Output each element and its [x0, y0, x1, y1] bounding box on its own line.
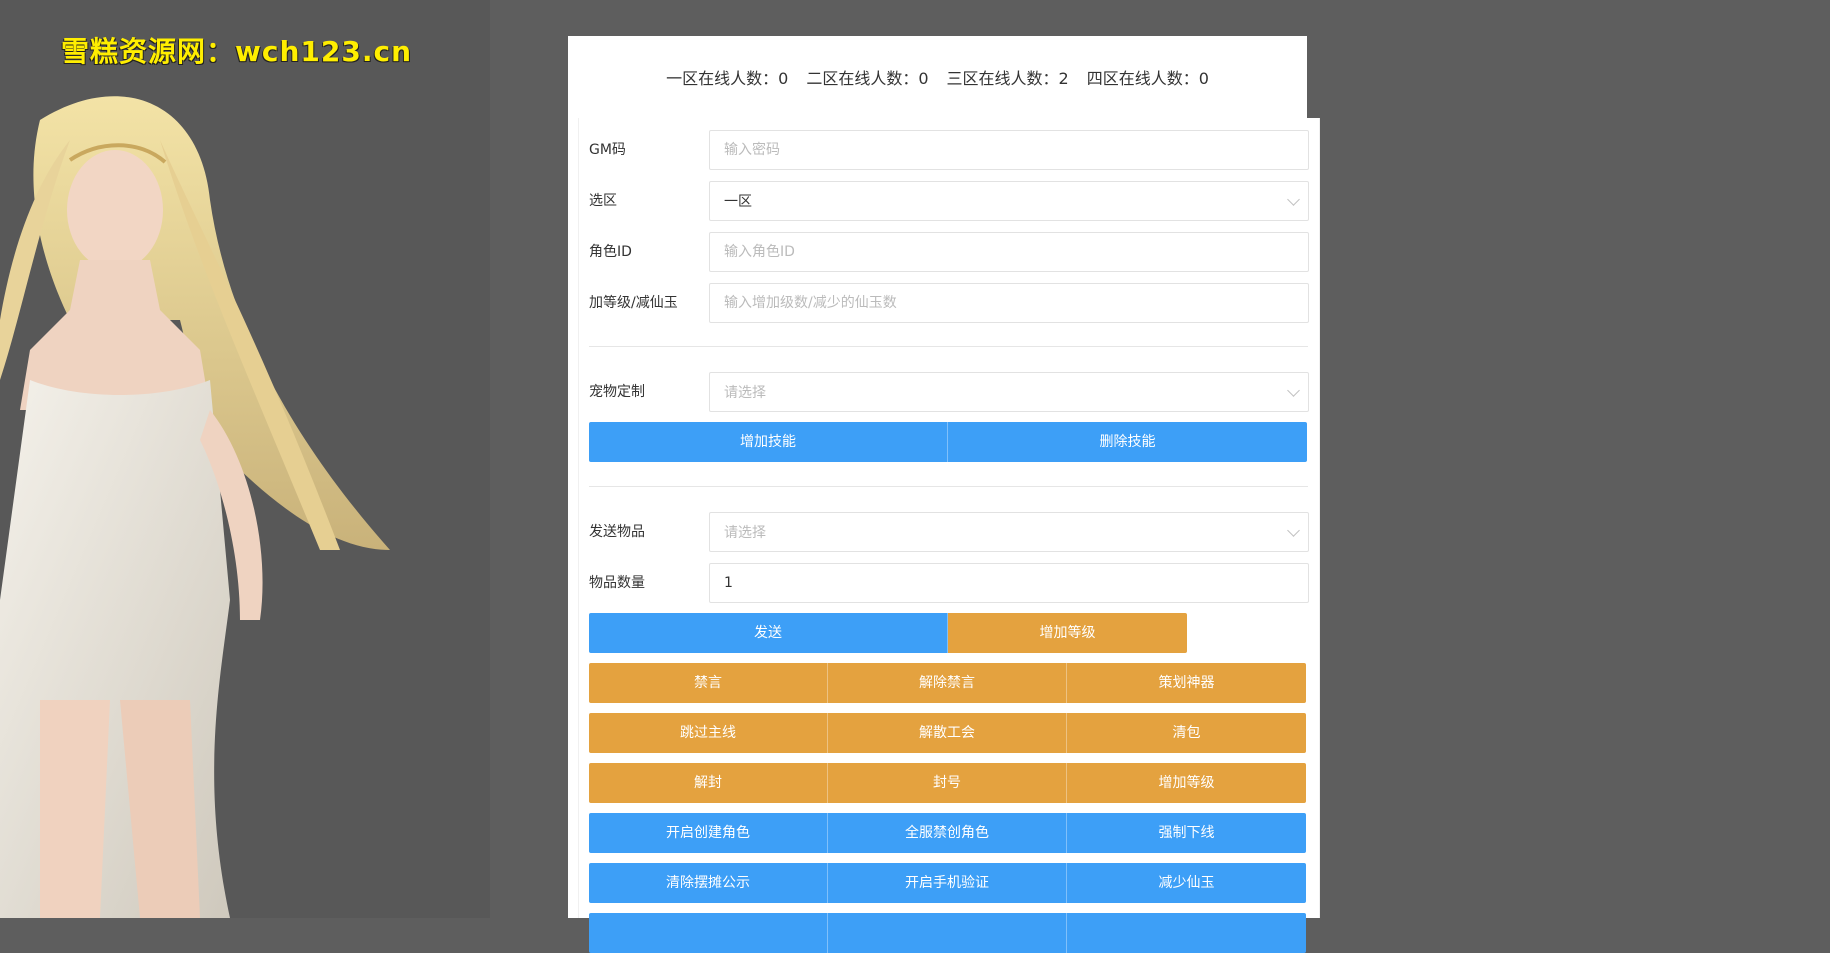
zone3-online: 三区在线人数：2 — [946, 69, 1069, 88]
send-button[interactable]: 发送 — [589, 613, 948, 653]
quantity-input[interactable] — [709, 563, 1309, 603]
gm-code-row: GM码 — [589, 130, 1309, 170]
disband-guild-button[interactable]: 解散工会 — [828, 713, 1067, 753]
action-button[interactable] — [828, 913, 1067, 953]
item-label: 发送物品 — [589, 524, 645, 540]
add-level-button[interactable]: 增加等级 — [948, 613, 1187, 653]
zone-label: 选区 — [589, 193, 617, 209]
online-count-bar: 一区在线人数：0 二区在线人数：0 三区在线人数：2 四区在线人数：0 — [568, 36, 1307, 118]
site-watermark: 雪糕资源网：wch123.cn — [61, 35, 413, 68]
skip-main-quest-button[interactable]: 跳过主线 — [589, 713, 828, 753]
unseal-button[interactable]: 解封 — [589, 763, 828, 803]
role-id-input[interactable] — [709, 232, 1309, 272]
level-input[interactable] — [709, 283, 1309, 323]
plan-artifact-button[interactable]: 策划神器 — [1067, 663, 1306, 703]
pet-label: 宠物定制 — [589, 384, 645, 400]
item-select-placeholder: 请选择 — [724, 525, 766, 541]
gm-panel: 一区在线人数：0 二区在线人数：0 三区在线人数：2 四区在线人数：0 GM码 … — [568, 36, 1320, 953]
item-row: 发送物品 请选择 — [589, 512, 1309, 552]
quantity-row: 物品数量 — [589, 563, 1309, 603]
zone-select[interactable]: 一区 — [709, 181, 1309, 221]
action-button[interactable] — [589, 913, 828, 953]
role-id-row: 角色ID — [589, 232, 1309, 272]
action-row-1: 禁言 解除禁言 策划神器 — [589, 663, 1306, 703]
chevron-down-icon — [1287, 384, 1300, 397]
item-select[interactable]: 请选择 — [709, 512, 1309, 552]
ban-account-button[interactable]: 封号 — [828, 763, 1067, 803]
clear-bag-button[interactable]: 清包 — [1067, 713, 1306, 753]
divider — [589, 346, 1308, 347]
character-illustration — [0, 96, 390, 918]
delete-skill-button[interactable]: 删除技能 — [948, 422, 1307, 462]
skill-button-group: 增加技能 删除技能 — [589, 422, 1307, 462]
mute-button[interactable]: 禁言 — [589, 663, 828, 703]
level-row: 加等级/减仙玉 — [589, 283, 1309, 323]
chevron-down-icon — [1287, 524, 1300, 537]
reduce-jade-button[interactable]: 减少仙玉 — [1067, 863, 1306, 903]
action-row-6 — [589, 913, 1306, 953]
pet-row: 宠物定制 请选择 — [589, 372, 1309, 412]
quantity-label: 物品数量 — [589, 575, 645, 591]
gm-code-input[interactable] — [709, 130, 1309, 170]
clear-stall-notice-button[interactable]: 清除摆摊公示 — [589, 863, 828, 903]
action-button[interactable] — [1067, 913, 1306, 953]
zone1-online: 一区在线人数：0 — [666, 69, 789, 88]
add-skill-button[interactable]: 增加技能 — [589, 422, 948, 462]
zone-row: 选区 一区 — [589, 181, 1309, 221]
enable-create-role-button[interactable]: 开启创建角色 — [589, 813, 828, 853]
unmute-button[interactable]: 解除禁言 — [828, 663, 1067, 703]
pet-select[interactable]: 请选择 — [709, 372, 1309, 412]
add-level-button-2[interactable]: 增加等级 — [1067, 763, 1306, 803]
gm-form: GM码 选区 一区 角色ID 加等级/减仙玉 宠物定制 请选择 — [578, 118, 1320, 953]
zone2-online: 二区在线人数：0 — [806, 69, 929, 88]
level-label: 加等级/减仙玉 — [589, 295, 678, 311]
disable-create-role-button[interactable]: 全服禁创角色 — [828, 813, 1067, 853]
force-offline-button[interactable]: 强制下线 — [1067, 813, 1306, 853]
send-button-group: 发送 增加等级 — [589, 613, 1187, 653]
enable-phone-verify-button[interactable]: 开启手机验证 — [828, 863, 1067, 903]
divider — [589, 486, 1308, 487]
zone4-online: 四区在线人数：0 — [1086, 69, 1209, 88]
zone-select-value: 一区 — [724, 194, 752, 210]
role-id-label: 角色ID — [589, 244, 632, 260]
chevron-down-icon — [1287, 193, 1300, 206]
gm-code-label: GM码 — [589, 142, 626, 158]
action-row-2: 跳过主线 解散工会 清包 — [589, 713, 1306, 753]
action-row-4: 开启创建角色 全服禁创角色 强制下线 — [589, 813, 1306, 853]
action-row-5: 清除摆摊公示 开启手机验证 减少仙玉 — [589, 863, 1306, 903]
pet-select-placeholder: 请选择 — [724, 385, 766, 401]
action-row-3: 解封 封号 增加等级 — [589, 763, 1306, 803]
